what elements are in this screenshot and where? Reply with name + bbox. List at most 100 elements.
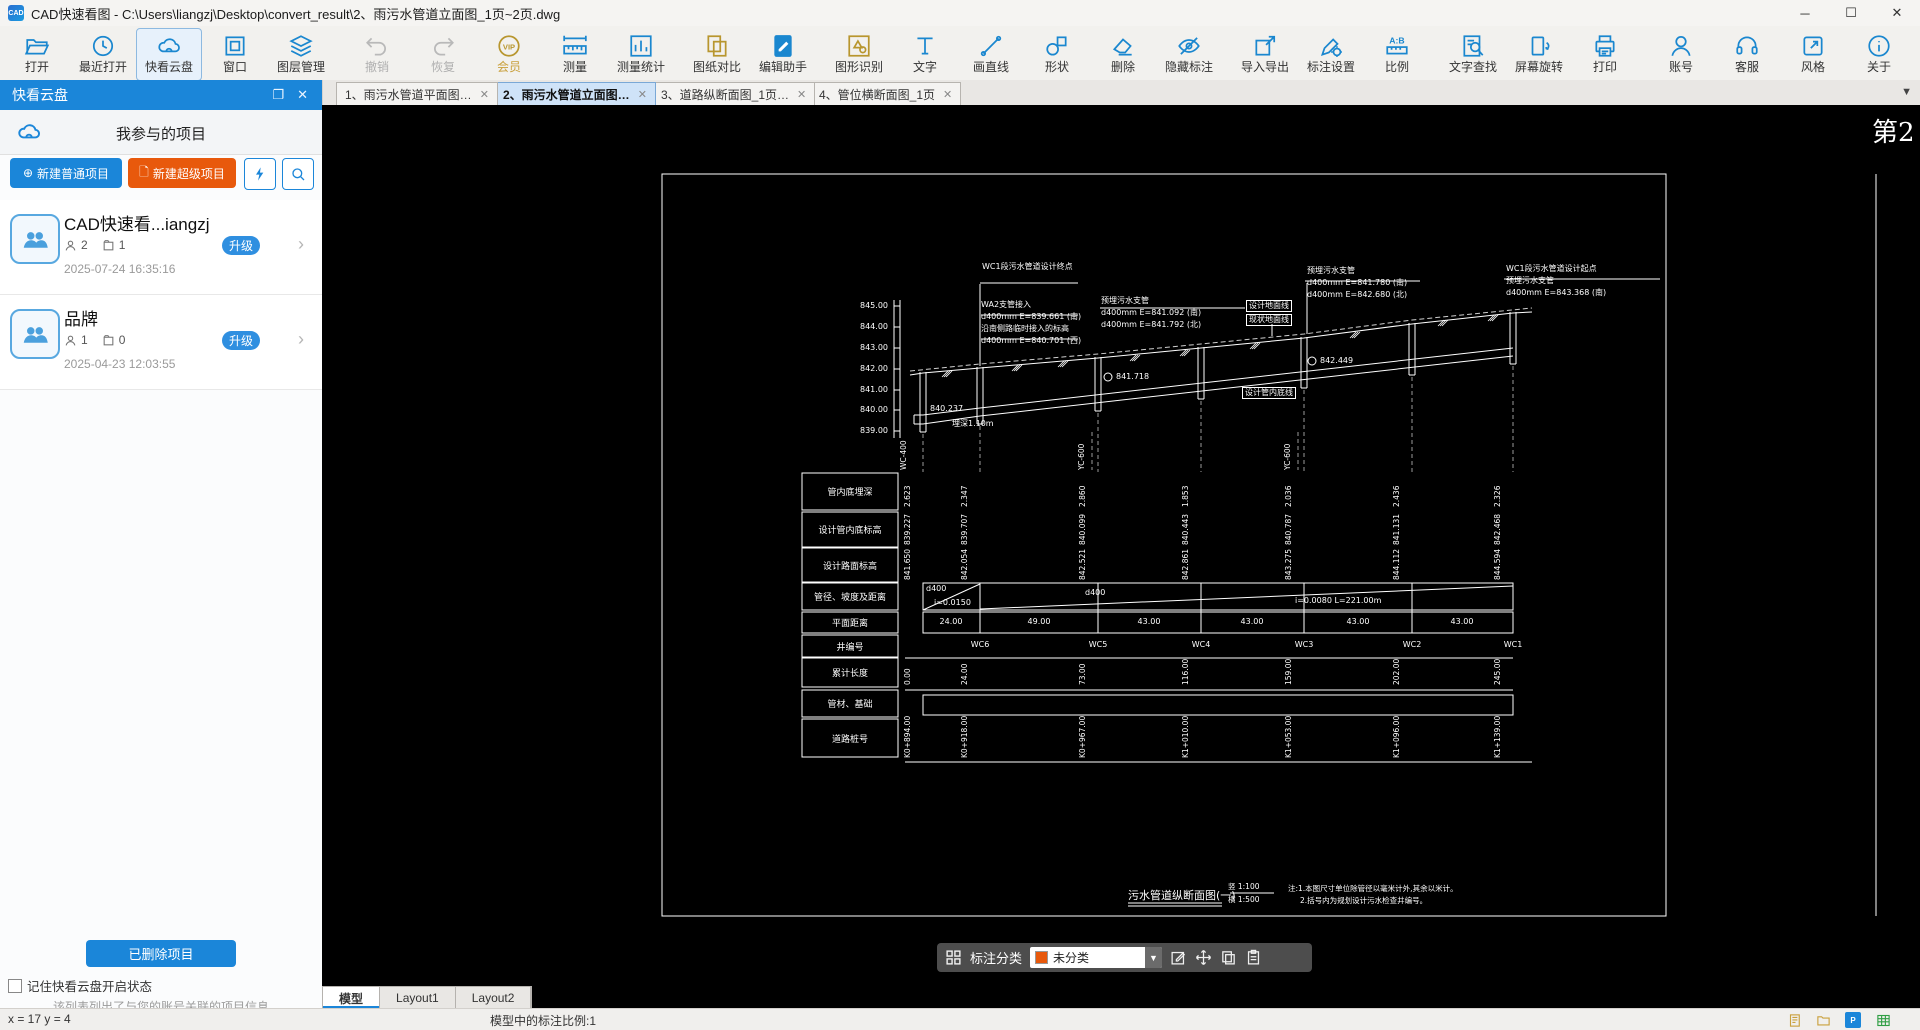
- toolbar-button-measure-stats[interactable]: 测量统计: [608, 28, 674, 81]
- new-normal-project-button[interactable]: ⊕新建普通项目: [10, 158, 122, 188]
- compare-icon: [704, 32, 730, 60]
- cad-annotation-line: WA2支管接入: [981, 300, 1081, 310]
- toolbar-button-open[interactable]: 打开: [4, 28, 70, 81]
- toolbar-button-layers[interactable]: 图层管理: [268, 28, 334, 81]
- toolbar-button-label: 窗口: [223, 60, 247, 74]
- pdf-export-icon[interactable]: P: [1844, 1011, 1862, 1029]
- axis-elevation-label: 842.00: [854, 364, 888, 374]
- maximize-button[interactable]: ☐: [1828, 0, 1874, 26]
- project-card[interactable]: 品牌10升级2025-04-23 12:03:55›: [0, 295, 322, 390]
- toolbar-button-text[interactable]: 文字: [892, 28, 958, 81]
- toolbar-button-apps[interactable]: 应用: [1912, 28, 1920, 81]
- deleted-projects-button[interactable]: 已删除项目: [86, 940, 236, 967]
- plane-distance-value: 24.00: [933, 617, 969, 627]
- support-icon: [1734, 32, 1760, 60]
- scale-vertical: 竖 1:100: [1228, 882, 1260, 892]
- tab-label: 1、雨污水管道平面图…: [345, 86, 472, 103]
- table-grid-icon[interactable]: [1874, 1011, 1892, 1029]
- toolbar-button-window[interactable]: 窗口: [202, 28, 268, 81]
- drawing-tab-bar: 4、管位横断面图_1页✕3、道路纵断面图_1页…✕2、雨污水管道立面图…✕1、雨…: [322, 80, 1920, 106]
- toolbar-button-import-export[interactable]: 导入导出: [1232, 28, 1298, 81]
- toolbar-button-shapes[interactable]: 形状: [1024, 28, 1090, 81]
- toolbar-button-text-search[interactable]: 文字查找: [1440, 28, 1506, 81]
- projects-section-title: 我参与的项目: [0, 123, 322, 144]
- tab-close-icon[interactable]: ✕: [943, 88, 952, 101]
- toolbar-button-measure[interactable]: 测量: [542, 28, 608, 81]
- remember-checkbox[interactable]: [8, 979, 22, 993]
- well-number: WC3: [1290, 640, 1318, 650]
- close-button[interactable]: ✕: [1874, 0, 1920, 26]
- chevron-right-icon[interactable]: ›: [298, 329, 304, 350]
- move-annotation-icon[interactable]: [1195, 949, 1212, 966]
- shape-recognize-icon: [846, 32, 872, 60]
- folder-icon[interactable]: [1814, 1011, 1832, 1029]
- toolbar-button-eraser[interactable]: 删除: [1090, 28, 1156, 81]
- road-elevation-value: 842.521: [1078, 549, 1087, 580]
- toolbar-button-label: 会员: [497, 60, 521, 74]
- toolbar-button-print[interactable]: 打印: [1572, 28, 1638, 81]
- toolbar-button-cloud[interactable]: 快看云盘: [136, 28, 202, 81]
- tab-close-icon[interactable]: ✕: [797, 88, 806, 101]
- category-dropdown[interactable]: 未分类 ▼: [1030, 947, 1162, 968]
- search-projects-button[interactable]: [282, 158, 314, 190]
- table-row-label: 道路桩号: [802, 719, 898, 757]
- toolbar-button-undo: 撤销: [344, 28, 410, 81]
- crossing-pipe-label: YC-600: [1077, 444, 1086, 470]
- toolbar-button-edit-assistant[interactable]: 编辑助手: [750, 28, 816, 81]
- cad-annotation-line: 设计地面线: [1246, 300, 1292, 312]
- toolbar-button-label: 隐藏标注: [1165, 60, 1213, 74]
- road-elevation-value: 843.275: [1284, 549, 1293, 580]
- toolbar-button-support[interactable]: 客服: [1714, 28, 1780, 81]
- drawing-tab-3[interactable]: 3、道路纵断面图_1页…✕: [652, 82, 815, 105]
- toolbar-button-scale[interactable]: A:B比例: [1364, 28, 1430, 81]
- well-number: WC6: [966, 640, 994, 650]
- chevron-right-icon[interactable]: ›: [298, 234, 304, 255]
- toolbar-button-account[interactable]: 账号: [1648, 28, 1714, 81]
- layout-tab-模型[interactable]: 模型: [323, 987, 380, 1009]
- tab-list-caret-icon[interactable]: ▼: [1901, 86, 1912, 98]
- layout-tab-layout2[interactable]: Layout2: [456, 987, 532, 1009]
- toolbar-button-style[interactable]: 风格: [1780, 28, 1846, 81]
- new-super-project-button[interactable]: 🗋新建超级项目: [128, 158, 236, 188]
- tab-close-icon[interactable]: ✕: [480, 88, 489, 101]
- toolbar-button-about[interactable]: 关于: [1846, 28, 1912, 81]
- upgrade-badge[interactable]: 升级: [222, 236, 260, 255]
- category-color-swatch: [1035, 951, 1048, 964]
- layout-tab-layout1[interactable]: Layout1: [380, 987, 456, 1009]
- sync-button[interactable]: [244, 158, 276, 190]
- toolbar-button-draw-line[interactable]: 画直线: [958, 28, 1024, 81]
- close-panel-icon[interactable]: ✕: [297, 87, 308, 103]
- tab-close-icon[interactable]: ✕: [638, 88, 647, 101]
- toolbar-button-screen-rotate[interactable]: 屏幕旋转: [1506, 28, 1572, 81]
- drawing-tab-4[interactable]: 4、管位横断面图_1页✕: [810, 82, 961, 105]
- toolbar-button-label: 形状: [1045, 60, 1069, 74]
- drawing-canvas[interactable]: 845.00844.00843.00842.00841.00840.00839.…: [322, 105, 1920, 1008]
- pipe-depth-value: 1.853: [1181, 486, 1190, 507]
- edit-annotation-icon[interactable]: [1170, 949, 1187, 966]
- invert-elevation-value: 840.787: [1284, 514, 1293, 545]
- road-elevation-value: 842.054: [960, 549, 969, 580]
- toolbar-button-recent[interactable]: 最近打开: [70, 28, 136, 81]
- category-grid-icon[interactable]: [945, 949, 962, 966]
- copy-annotation-icon[interactable]: [1220, 949, 1237, 966]
- elevation-flag: 840.237: [930, 404, 963, 414]
- toolbar-button-label: 账号: [1669, 60, 1693, 74]
- log-icon[interactable]: [1786, 1011, 1804, 1029]
- toolbar-button-vip[interactable]: VIP会员: [476, 28, 542, 81]
- toolbar-button-compare[interactable]: 图纸对比: [684, 28, 750, 81]
- drawing-tab-1[interactable]: 1、雨污水管道平面图… ✕: [336, 82, 498, 105]
- cumulative-length-value: 24.00: [960, 664, 969, 685]
- crossing-pipe-label: WC-400: [899, 440, 908, 470]
- cad-annotation-line: d400mm E=843.368 (南): [1506, 288, 1606, 298]
- upgrade-badge[interactable]: 升级: [222, 331, 260, 350]
- toolbar-button-label: 关于: [1867, 60, 1891, 74]
- minimize-button[interactable]: ─: [1782, 0, 1828, 26]
- float-panel-icon[interactable]: ❐: [272, 87, 284, 103]
- toolbar-button-hide-annotation[interactable]: 隐藏标注: [1156, 28, 1222, 81]
- toolbar-button-shape-recognize[interactable]: 图形识别: [826, 28, 892, 81]
- paste-annotation-icon[interactable]: [1245, 949, 1262, 966]
- drawing-tab-2[interactable]: 2、雨污水管道立面图…✕: [494, 82, 656, 105]
- toolbar-button-annotation-settings[interactable]: 标注设置: [1298, 28, 1364, 81]
- project-card[interactable]: CAD快速看...iangzj21升级2025-07-24 16:35:16›: [0, 200, 322, 295]
- project-avatar: [10, 309, 60, 359]
